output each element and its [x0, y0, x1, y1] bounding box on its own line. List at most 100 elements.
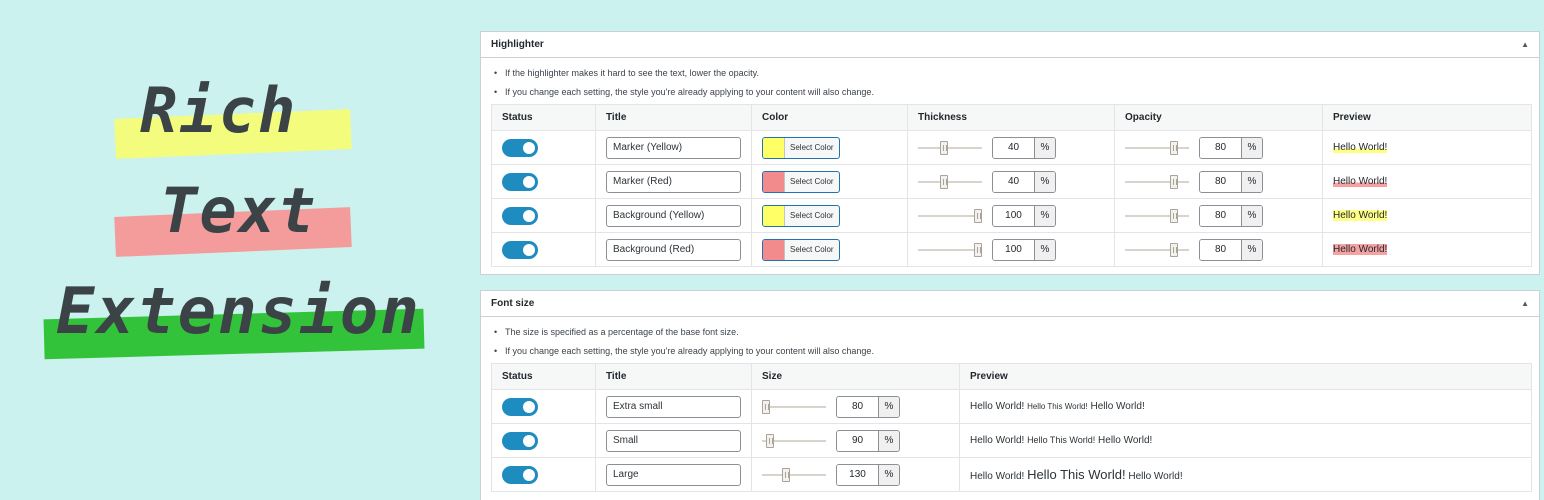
preview-cell: Hello World! Hello This World! Hello Wor… [959, 389, 1532, 424]
opacity-number: 80% [1199, 170, 1263, 193]
select-color-button[interactable]: Select Color [762, 204, 840, 227]
size-slider[interactable] [762, 397, 826, 417]
status-toggle[interactable] [502, 465, 538, 484]
opacity-number-input[interactable]: 80 [1200, 205, 1242, 226]
title-input[interactable]: Large [606, 463, 741, 486]
status-toggle[interactable] [502, 206, 538, 225]
color-swatch [763, 239, 785, 260]
status-toggle[interactable] [502, 240, 538, 259]
thickness-number-input[interactable]: 40 [993, 137, 1035, 158]
select-color-button[interactable]: Select Color [762, 136, 840, 159]
status-toggle[interactable] [502, 431, 538, 450]
slider-thumb[interactable] [766, 433, 774, 448]
table-row: Marker (Red) Select Color 40% 80% Hello Worl… [491, 164, 1532, 199]
thickness-slider[interactable] [918, 172, 982, 192]
table-header-row: Status Title Color Thickness Opacity Pre… [491, 104, 1532, 131]
title-cell: Extra small [595, 389, 752, 424]
highlight-preview: Hello World! [1333, 176, 1388, 187]
size-number-input[interactable]: 80 [837, 396, 879, 417]
status-cell [491, 130, 596, 165]
status-cell [491, 389, 596, 424]
col-header-size: Size [751, 363, 960, 390]
thickness-slider[interactable] [918, 240, 982, 260]
size-cell: 90% [751, 423, 960, 458]
color-swatch [763, 205, 785, 226]
title-input[interactable]: Background (Red) [606, 238, 741, 261]
preview-cell: Hello World! Hello This World! Hello Wor… [959, 457, 1532, 492]
title-input[interactable]: Background (Yellow) [606, 204, 741, 227]
status-toggle[interactable] [502, 138, 538, 157]
color-swatch [763, 171, 785, 192]
status-cell [491, 423, 596, 458]
col-header-title: Title [595, 363, 752, 390]
slider-thumb[interactable] [1170, 242, 1178, 257]
size-slider[interactable] [762, 431, 826, 451]
slider-thumb[interactable] [974, 242, 982, 257]
select-color-button[interactable]: Select Color [762, 238, 840, 261]
opacity-slider[interactable] [1125, 240, 1189, 260]
font-size-panel-header[interactable]: Font size ▲ [481, 291, 1539, 317]
title-input[interactable]: Marker (Red) [606, 170, 741, 193]
preview-text: Hello World! [1090, 401, 1145, 412]
slider-thumb[interactable] [974, 208, 982, 223]
font-size-preview: Hello World! Hello This World! Hello Wor… [970, 467, 1183, 482]
preview-cell: Hello World! Hello This World! Hello Wor… [959, 423, 1532, 458]
opacity-number-input[interactable]: 80 [1200, 137, 1242, 158]
slider-thumb[interactable] [940, 174, 948, 189]
select-color-label: Select Color [790, 143, 834, 152]
thickness-number-input[interactable]: 100 [993, 205, 1035, 226]
status-toggle[interactable] [502, 172, 538, 191]
col-header-status: Status [491, 104, 596, 131]
opacity-number-input[interactable]: 80 [1200, 239, 1242, 260]
collapse-toggle-icon[interactable]: ▲ [1521, 40, 1529, 49]
banner-word-text: Text [160, 174, 318, 247]
thickness-number-input[interactable]: 100 [993, 239, 1035, 260]
table-row: Background (Yellow) Select Color 100% 80% He… [491, 198, 1532, 233]
opacity-slider[interactable] [1125, 172, 1189, 192]
opacity-slider[interactable] [1125, 206, 1189, 226]
status-cell [491, 457, 596, 492]
opacity-slider[interactable] [1125, 138, 1189, 158]
thickness-cell: 100% [907, 198, 1115, 233]
size-slider[interactable] [762, 465, 826, 485]
slider-thumb[interactable] [1170, 174, 1178, 189]
status-toggle[interactable] [502, 397, 538, 416]
slider-track [918, 248, 982, 251]
preview-text: Hello World! [970, 435, 1025, 446]
select-color-button[interactable]: Select Color [762, 170, 840, 193]
col-header-opacity: Opacity [1114, 104, 1323, 131]
collapse-toggle-icon[interactable]: ▲ [1521, 299, 1529, 308]
select-color-label: Select Color [790, 177, 834, 186]
slider-thumb[interactable] [782, 467, 790, 482]
opacity-number-input[interactable]: 80 [1200, 171, 1242, 192]
thickness-control: 100% [918, 204, 1056, 227]
select-color-label: Select Color [790, 245, 834, 254]
slider-track [1125, 146, 1189, 149]
size-cell: 130% [751, 457, 960, 492]
thickness-slider[interactable] [918, 206, 982, 226]
col-header-title: Title [595, 104, 752, 131]
percent-unit: % [1035, 239, 1055, 260]
preview-text: Hello World! [1128, 471, 1183, 482]
slider-thumb[interactable] [1170, 140, 1178, 155]
slider-track [762, 405, 826, 408]
opacity-control: 80% [1125, 238, 1263, 261]
title-input[interactable]: Marker (Yellow) [606, 136, 741, 159]
size-number-input[interactable]: 130 [837, 464, 879, 485]
slider-thumb[interactable] [1170, 208, 1178, 223]
percent-unit: % [1242, 205, 1262, 226]
highlighter-panel-header[interactable]: Highlighter ▲ [481, 32, 1539, 58]
thickness-slider[interactable] [918, 138, 982, 158]
slider-thumb[interactable] [762, 399, 770, 414]
opacity-number: 80% [1199, 238, 1263, 261]
title-input[interactable]: Extra small [606, 395, 741, 418]
thickness-number: 40% [992, 170, 1056, 193]
size-control: 90% [762, 429, 900, 452]
thickness-number-input[interactable]: 40 [993, 171, 1035, 192]
title-input[interactable]: Small [606, 429, 741, 452]
title-cell: Marker (Yellow) [595, 130, 752, 165]
font-size-panel: Font size ▲ The size is specified as a p… [480, 290, 1540, 500]
size-number-input[interactable]: 90 [837, 430, 879, 451]
preview-cell: Hello World! [1322, 232, 1532, 267]
slider-thumb[interactable] [940, 140, 948, 155]
